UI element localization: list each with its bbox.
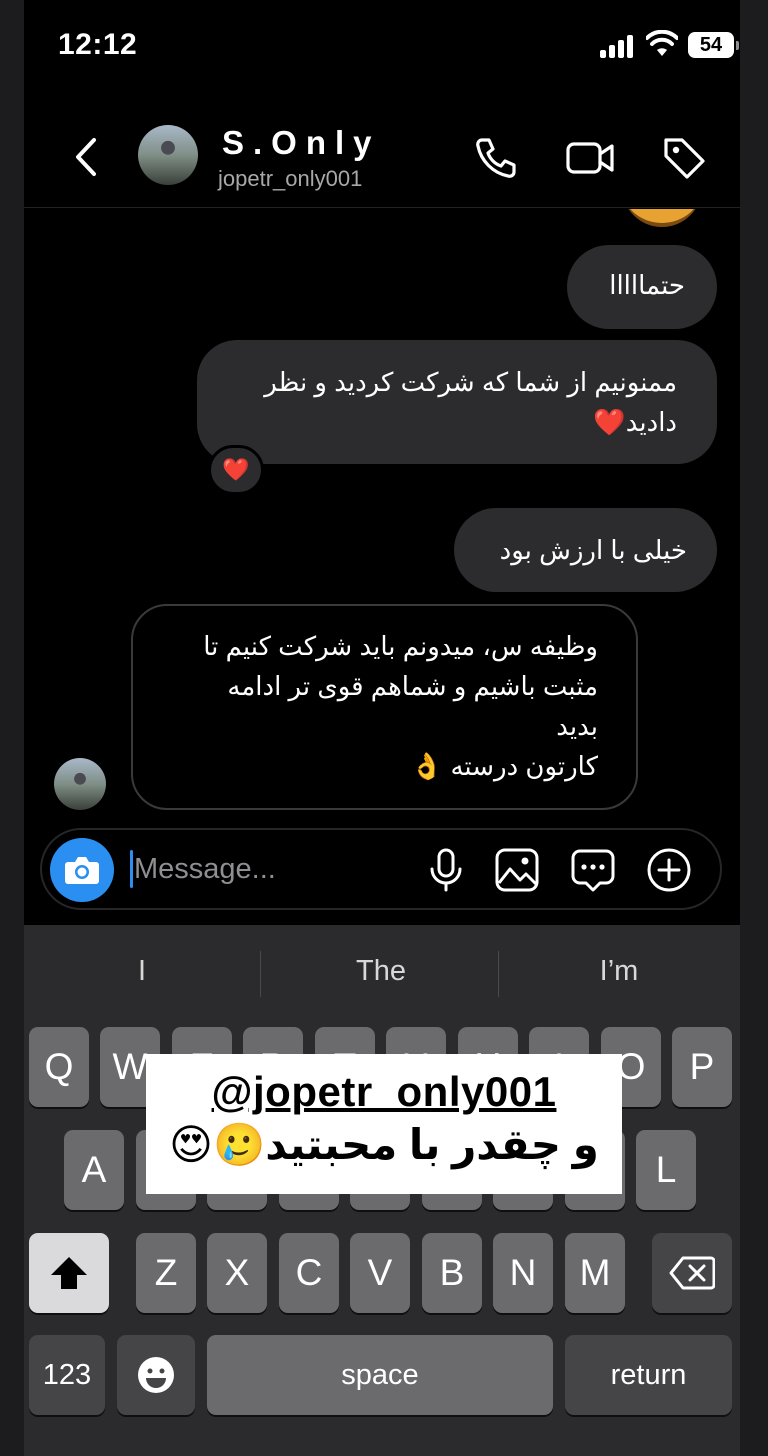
- camera-icon: [65, 857, 99, 884]
- return-key[interactable]: return: [565, 1335, 732, 1415]
- text-cursor: [130, 850, 133, 888]
- message-line: بدید: [556, 711, 598, 741]
- message-bubble-incoming[interactable]: وظیفه س، میدونم باید شرکت کنیم تا مثبت ب…: [131, 604, 638, 810]
- video-icon[interactable]: [564, 134, 616, 182]
- message-line: کارتون درسته 👌: [410, 751, 598, 781]
- heart-reaction-icon[interactable]: ❤️: [208, 445, 264, 495]
- key-v[interactable]: V: [350, 1233, 410, 1313]
- phone-icon[interactable]: [472, 134, 520, 182]
- message-text: ممنونیم از شما که شرکت کردید و نظر دادید…: [264, 367, 677, 437]
- backspace-icon: [669, 1256, 716, 1290]
- tag-icon[interactable]: [660, 134, 708, 182]
- story-text-overlay: @jopetr_only001 و چقدر با محبتید🥲😍: [146, 1054, 622, 1194]
- key-m[interactable]: M: [565, 1233, 625, 1313]
- message-line: وظیفه س، میدونم باید شرکت کنیم تا: [203, 631, 598, 661]
- space-key[interactable]: space: [207, 1335, 553, 1415]
- message-bubble-outgoing[interactable]: ممنونیم از شما که شرکت کردید و نظر دادید…: [197, 340, 717, 464]
- gallery-icon[interactable]: [494, 847, 540, 893]
- message-bubble-outgoing[interactable]: حتمااااا: [567, 245, 717, 329]
- message-text: حتمااااا: [609, 270, 685, 300]
- overlay-caption: و چقدر با محبتید🥲😍: [169, 1121, 599, 1168]
- suggestion-divider: [260, 951, 261, 997]
- status-bar: 12:12 54: [0, 0, 768, 92]
- camera-button[interactable]: [50, 838, 114, 902]
- shift-arrow-icon: [51, 1257, 87, 1289]
- battery-indicator: 54: [688, 32, 739, 58]
- chat-header: S.Only jopetr_only001: [24, 110, 740, 208]
- key-l[interactable]: L: [636, 1130, 696, 1210]
- sticker-chat-icon[interactable]: [570, 847, 616, 893]
- delete-key[interactable]: [652, 1233, 732, 1313]
- emoji-face-icon: [138, 1357, 174, 1393]
- suggestion-3[interactable]: I’m: [504, 955, 734, 988]
- contact-username[interactable]: jopetr_only001: [218, 166, 362, 192]
- key-x[interactable]: X: [207, 1233, 267, 1313]
- overlay-handle: @jopetr_only001: [211, 1068, 557, 1115]
- key-n[interactable]: N: [493, 1233, 553, 1313]
- suggestion-divider: [498, 951, 499, 997]
- message-composer: [40, 828, 722, 910]
- phone-screen: 12:12 54 S.Only jopetr_only001 حتمااااا …: [0, 0, 768, 1456]
- message-text: خیلی با ارزش بود: [499, 535, 687, 565]
- plus-icon[interactable]: [646, 847, 692, 893]
- key-c[interactable]: C: [279, 1233, 339, 1313]
- contact-name[interactable]: S.Only: [222, 124, 381, 162]
- message-bubble-outgoing[interactable]: خیلی با ارزش بود: [454, 508, 717, 592]
- suggestion-1[interactable]: I: [27, 955, 257, 988]
- key-q[interactable]: Q: [29, 1027, 89, 1107]
- shift-key[interactable]: [29, 1233, 109, 1313]
- message-list: حتمااااا ممنونیم از شما که شرکت کردید و …: [24, 209, 740, 829]
- back-chevron-icon[interactable]: [70, 136, 100, 178]
- key-a[interactable]: A: [64, 1130, 124, 1210]
- sender-avatar[interactable]: [54, 758, 106, 810]
- key-p[interactable]: P: [672, 1027, 732, 1107]
- contact-avatar[interactable]: [138, 125, 198, 185]
- numbers-key[interactable]: 123: [29, 1335, 105, 1415]
- cellular-signal-icon: [600, 34, 636, 58]
- message-input[interactable]: [134, 848, 414, 890]
- emoji-key[interactable]: [117, 1335, 195, 1415]
- sticker-partial: [622, 209, 702, 227]
- suggestion-2[interactable]: The: [266, 955, 496, 988]
- message-line: مثبت باشیم و شماهم قوی تر ادامه: [227, 671, 598, 701]
- microphone-icon[interactable]: [426, 847, 466, 893]
- wifi-icon: [646, 30, 678, 56]
- status-time: 12:12: [58, 28, 138, 61]
- key-b[interactable]: B: [422, 1233, 482, 1313]
- key-z[interactable]: Z: [136, 1233, 196, 1313]
